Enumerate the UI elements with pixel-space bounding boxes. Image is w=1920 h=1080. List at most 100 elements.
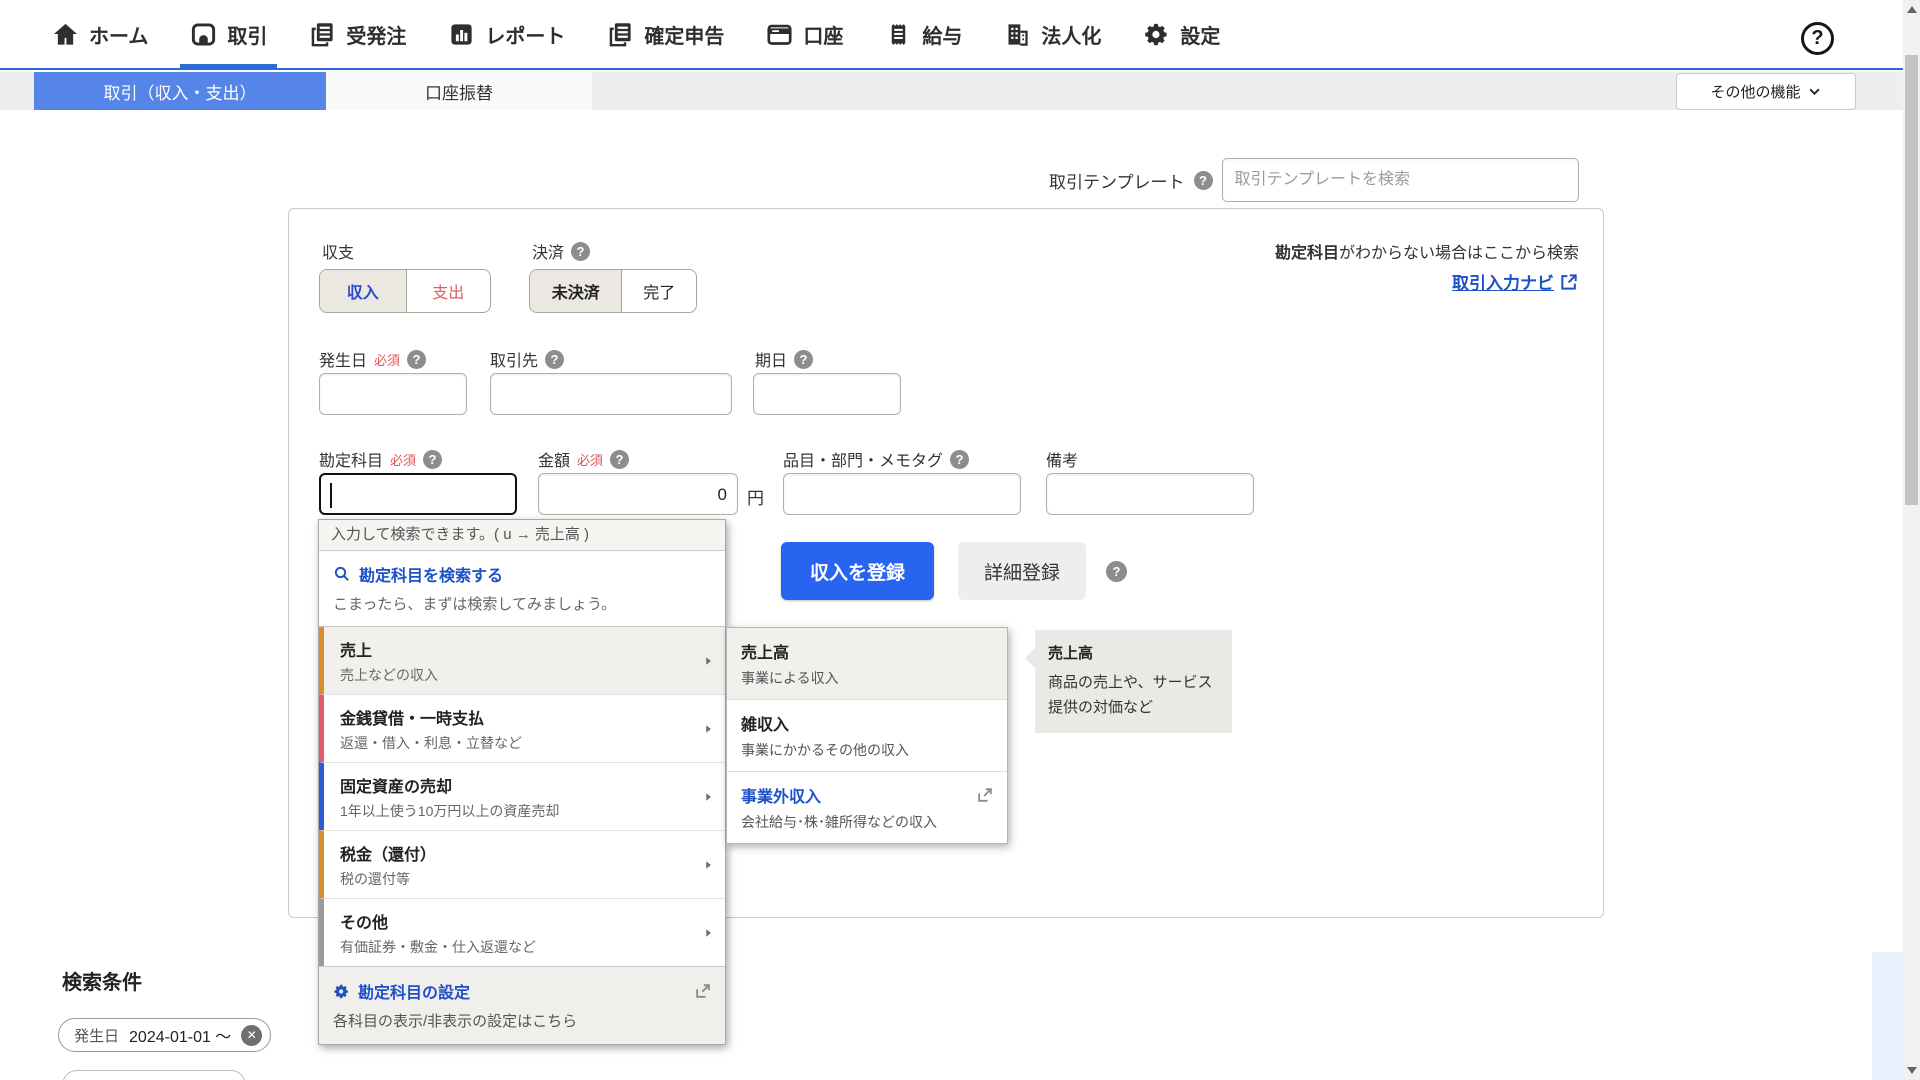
transaction-template-label: 取引テンプレート	[1049, 168, 1185, 193]
scrollbar-thumb[interactable]	[1905, 55, 1918, 505]
close-icon[interactable]: ✕	[241, 1025, 262, 1046]
memo-input[interactable]	[1046, 473, 1254, 515]
submenu-sales-revenue[interactable]: 売上高 事業による収入	[727, 628, 1007, 699]
open-external-icon	[693, 981, 713, 1001]
transaction-template-row: 取引テンプレート ?	[1049, 158, 1579, 202]
template-search-input[interactable]	[1222, 158, 1579, 202]
payroll-icon	[885, 21, 912, 48]
scrollbar[interactable]	[1903, 0, 1920, 1080]
date-input[interactable]	[319, 373, 467, 415]
nav-label: 設定	[1180, 20, 1220, 49]
nav-label: 給与	[922, 20, 962, 49]
register-income-button[interactable]: 収入を登録	[781, 542, 934, 600]
submenu-non-business-income[interactable]: 事業外収入 会社給与･株･雑所得などの収入	[727, 771, 1007, 843]
tab-account-transfer[interactable]: 口座振替	[326, 72, 592, 110]
income-toggle-option[interactable]: 収入	[320, 270, 406, 312]
chevron-right-icon	[701, 926, 715, 940]
other-functions-button[interactable]: その他の機能	[1676, 73, 1856, 110]
sales-revenue-tooltip: 売上高 商品の売上や、サービス提供の対価など	[1035, 630, 1232, 733]
due-date-help-icon[interactable]: ?	[794, 350, 813, 369]
partial-filter-chip[interactable]	[62, 1070, 246, 1080]
nav-item-settings[interactable]: 設定	[1129, 0, 1234, 68]
income-expense-label: 収支	[322, 239, 354, 263]
settlement-toggle: 未決済 完了	[529, 269, 697, 313]
nav-label: レポート	[485, 20, 565, 49]
chevron-right-icon	[701, 858, 715, 872]
dropdown-typing-hint: 入力して検索できます。( u → 売上高 )	[319, 520, 725, 551]
text-caret	[330, 483, 332, 508]
account-search-hint: 勘定科目がわからない場合はここから検索	[1275, 239, 1579, 263]
expense-toggle-option[interactable]: 支出	[406, 270, 491, 312]
account-item-input[interactable]	[319, 473, 517, 515]
amount-help-icon[interactable]: ?	[610, 450, 629, 469]
partner-help-icon[interactable]: ?	[545, 350, 564, 369]
transaction-input-navi-link[interactable]: 取引入力ナビ	[1452, 269, 1579, 294]
tab-transactions-income-expense[interactable]: 取引（収入・支出）	[34, 72, 326, 110]
date-help-icon[interactable]: ?	[407, 350, 426, 369]
category-tax-refund[interactable]: 税金（還付） 税の還付等	[319, 830, 725, 898]
sales-submenu: 売上高 事業による収入 雑収入 事業にかかるその他の収入 事業外収入 会社給与･…	[726, 627, 1008, 844]
partner-input[interactable]	[490, 373, 732, 415]
nav-item-tax-return[interactable]: 確定申告	[593, 0, 738, 68]
settlement-help-icon[interactable]: ?	[571, 242, 590, 261]
dropdown-search-subtext: こまったら、まずは検索してみましょう。	[333, 593, 711, 614]
chevron-right-icon	[701, 654, 715, 668]
register-help-icon[interactable]: ?	[1106, 561, 1127, 582]
account-item-dropdown: 入力して検索できます。( u → 売上高 ) 勘定科目を検索する こまったら、ま…	[318, 519, 726, 1045]
tax-return-icon	[607, 21, 634, 48]
account-item-label: 勘定科目必須 ?	[319, 447, 442, 471]
help-icon[interactable]: ?	[1801, 22, 1834, 55]
memo-label: 備考	[1046, 447, 1078, 471]
amount-value: 0	[718, 474, 727, 516]
nav-label: 口座	[803, 20, 843, 49]
item-tags-help-icon[interactable]: ?	[950, 450, 969, 469]
category-loans-temporary-payments[interactable]: 金銭貸借・一時支払 返還・借入・利息・立替など	[319, 694, 725, 762]
date-filter-chip: 発生日 2024-01-01 〜 ✕	[58, 1018, 271, 1052]
nav-item-payroll[interactable]: 給与	[871, 0, 976, 68]
chip-label: 発生日	[74, 1025, 119, 1046]
orders-icon	[309, 21, 336, 48]
page-edge-strip	[1872, 952, 1903, 1080]
accounts-icon	[766, 21, 793, 48]
submenu-misc-income[interactable]: 雑収入 事業にかかるその他の収入	[727, 699, 1007, 771]
template-help-icon[interactable]: ?	[1194, 171, 1213, 190]
nav-item-incorporation[interactable]: 法人化	[990, 0, 1115, 68]
category-sales[interactable]: 売上 売上などの収入	[319, 627, 725, 694]
tab-strip: 取引（収入・支出） 口座振替 その他の機能	[0, 72, 1920, 110]
partner-label: 取引先 ?	[490, 347, 564, 371]
settings-icon	[1143, 21, 1170, 48]
nav-label: 受発注	[346, 20, 406, 49]
search-icon	[333, 565, 351, 583]
unsettled-toggle-option[interactable]: 未決済	[530, 270, 621, 312]
detail-register-button[interactable]: 詳細登録	[958, 542, 1086, 600]
nav-label: ホーム	[89, 20, 148, 49]
nav-item-accounts[interactable]: 口座	[752, 0, 857, 68]
account-help-icon[interactable]: ?	[423, 450, 442, 469]
account-item-settings[interactable]: 勘定科目の設定 各科目の表示/非表示の設定はこちら	[319, 966, 725, 1044]
settled-toggle-option[interactable]: 完了	[621, 270, 696, 312]
item-tags-input[interactable]	[783, 473, 1021, 515]
nav-item-transactions[interactable]: 取引	[176, 0, 281, 68]
currency-unit: 円	[747, 484, 764, 509]
open-external-icon	[975, 785, 995, 805]
chevron-right-icon	[701, 790, 715, 804]
home-icon	[52, 21, 79, 48]
scroll-up-arrow-icon[interactable]	[1907, 6, 1917, 13]
nav-item-reports[interactable]: レポート	[434, 0, 579, 68]
incorporation-icon	[1004, 21, 1031, 48]
nav-item-home[interactable]: ホーム	[38, 0, 162, 68]
chevron-down-icon	[1807, 84, 1822, 99]
amount-input[interactable]: 0	[538, 473, 738, 515]
search-account-items-link[interactable]: 勘定科目を検索する	[333, 562, 711, 586]
category-fixed-asset-sale[interactable]: 固定資産の売却 1年以上使う10万円以上の資産売却	[319, 762, 725, 830]
income-expense-toggle: 収入 支出	[319, 269, 491, 313]
amount-label: 金額必須 ?	[538, 447, 629, 471]
nav-item-orders[interactable]: 受発注	[295, 0, 420, 68]
category-others[interactable]: その他 有価証券・敷金・仕入返還など	[319, 898, 725, 966]
nav-label: 法人化	[1041, 20, 1101, 49]
due-date-input[interactable]	[753, 373, 901, 415]
gear-icon	[333, 983, 350, 1000]
scroll-down-arrow-icon[interactable]	[1907, 1067, 1917, 1074]
settlement-label: 決済 ?	[532, 239, 590, 263]
nav-label: 取引	[227, 20, 267, 49]
